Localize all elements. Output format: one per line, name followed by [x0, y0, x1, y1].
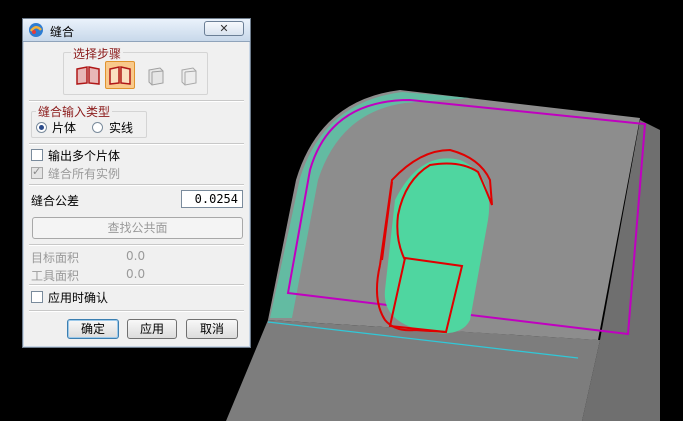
close-button[interactable]: ✕	[204, 21, 244, 36]
target-area-label: 目标面积	[31, 251, 80, 265]
separator	[29, 244, 244, 246]
separator	[29, 284, 244, 286]
tolerance-input[interactable]: 0.0254	[181, 190, 243, 208]
radio-sheet-label[interactable]: 片体	[52, 119, 76, 136]
find-common-faces-button[interactable]: 查找公共面	[32, 217, 243, 239]
target-body-icon	[148, 67, 164, 86]
output-multiple-label[interactable]: 输出多个片体	[48, 147, 120, 164]
output-multiple-checkbox[interactable]	[31, 149, 43, 161]
tool-sheet-icon	[109, 66, 131, 85]
separator	[29, 184, 244, 186]
tool-area-value: 0.0	[126, 267, 146, 281]
confirm-on-apply-checkbox[interactable]	[31, 291, 43, 303]
confirm-on-apply-label[interactable]: 应用时确认	[48, 289, 108, 306]
target-area-value: 0.0	[126, 249, 146, 263]
ok-button[interactable]: 确定	[67, 319, 119, 339]
separator	[29, 143, 244, 145]
input-type-group-label: 缝合输入类型	[36, 103, 113, 120]
sew-dialog: 缝合 ✕ 选择步骤 缝合输入类型 片体 实线 输出多个片体 ✓ 缝合所有实例 缝…	[22, 18, 251, 348]
radio-solid-label[interactable]: 实线	[109, 119, 133, 136]
sew-all-instances-checkbox[interactable]	[31, 165, 43, 179]
sew-all-instances-label: 缝合所有实例	[48, 167, 121, 181]
tool-area-label: 工具面积	[31, 269, 80, 283]
separator	[29, 100, 244, 102]
radio-sheet[interactable]	[36, 122, 47, 133]
step-tool-sheet-button[interactable]	[105, 61, 135, 89]
app-logo-icon	[29, 23, 43, 37]
step-target-sheet-button[interactable]	[73, 61, 103, 89]
tool-body-icon	[181, 67, 197, 86]
apply-button[interactable]: 应用	[127, 319, 177, 339]
tolerance-label: 缝合公差	[31, 194, 80, 208]
radio-solid[interactable]	[92, 122, 103, 133]
step-target-body-button[interactable]	[140, 61, 170, 89]
steps-group-label: 选择步骤	[71, 45, 124, 62]
dialog-title: 缝合	[50, 25, 75, 39]
separator	[29, 310, 244, 312]
target-sheet-icon	[76, 66, 100, 85]
cancel-button[interactable]: 取消	[186, 319, 238, 339]
dialog-titlebar[interactable]: 缝合 ✕	[23, 19, 250, 42]
step-tool-body-button[interactable]	[173, 61, 203, 89]
